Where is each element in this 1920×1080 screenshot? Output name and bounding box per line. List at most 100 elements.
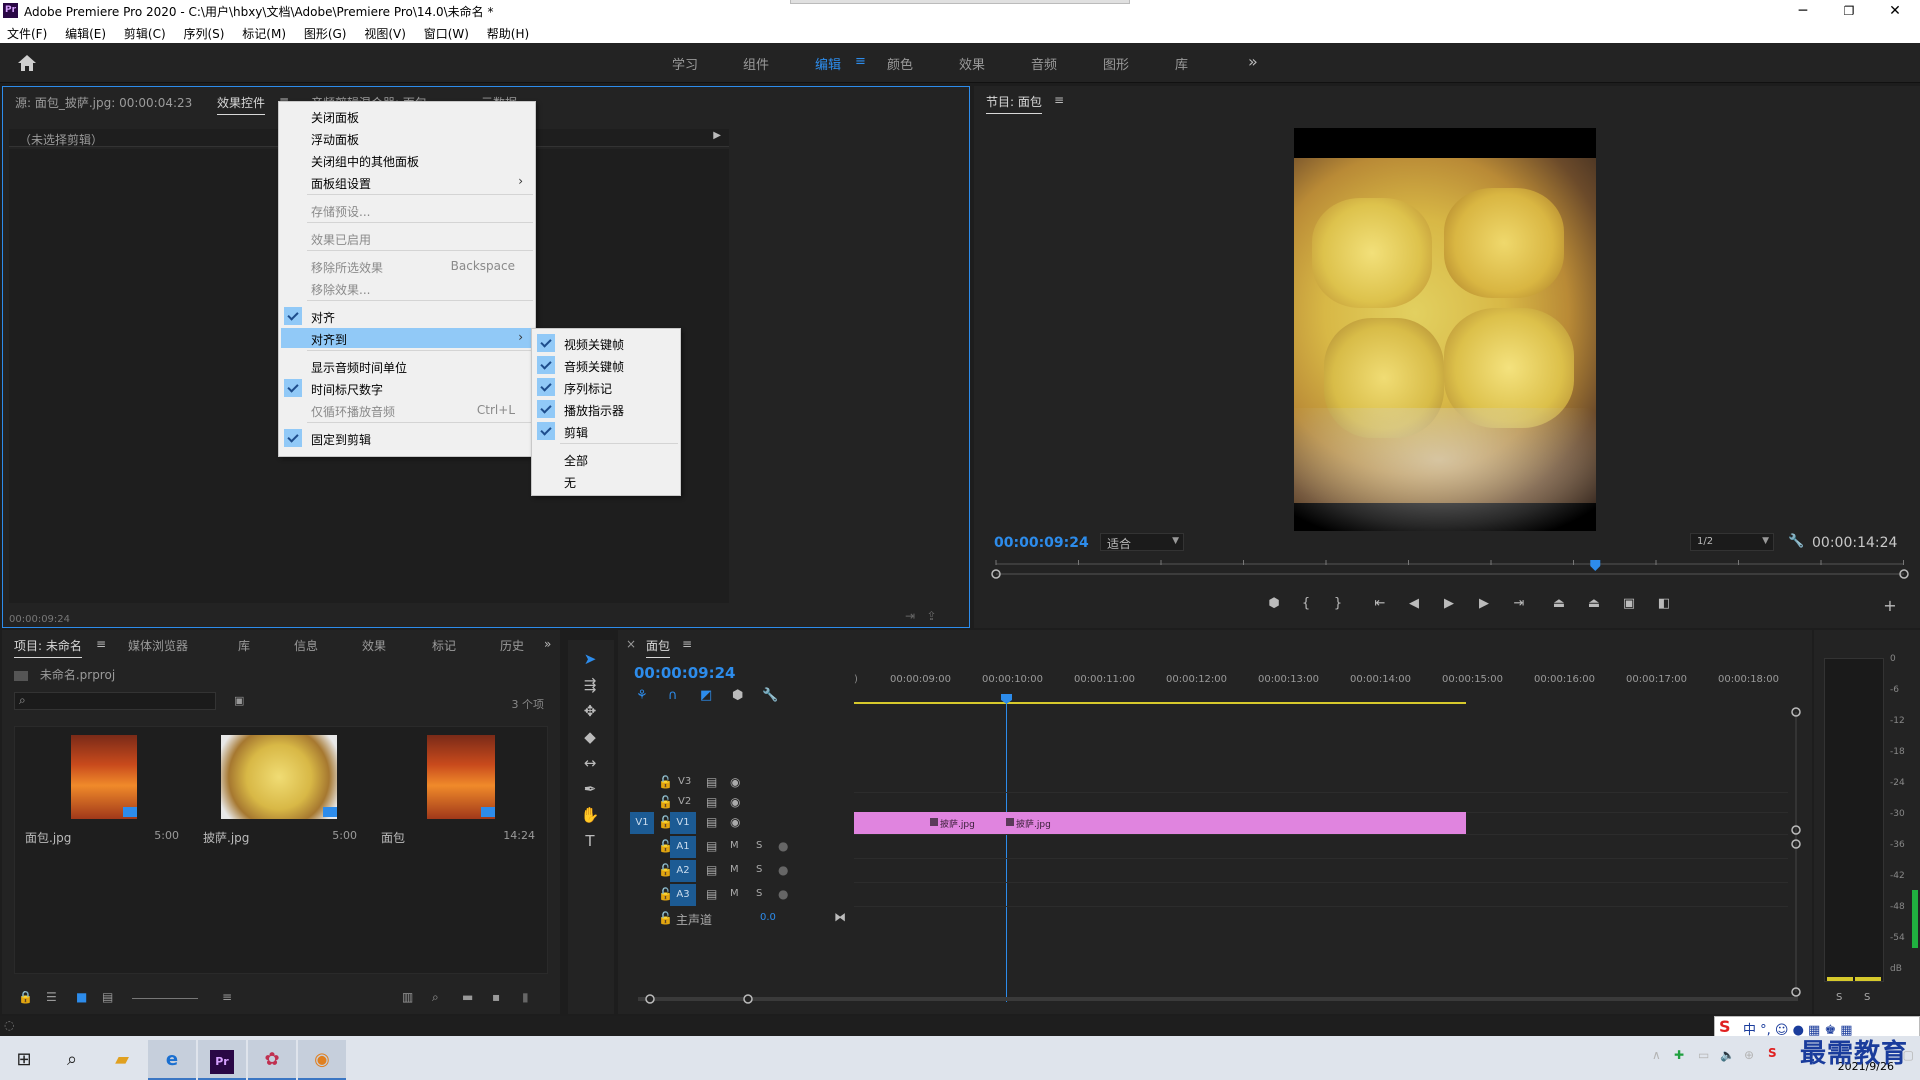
workspace-color[interactable]: 颜色 <box>887 54 913 73</box>
project-item[interactable]: 面包 14:24 <box>371 727 547 857</box>
premiere-taskbar-icon[interactable]: Pr <box>198 1040 246 1080</box>
submenu-item[interactable]: 剪辑 <box>534 421 678 441</box>
context-menu-item[interactable]: 移除所选效果 Backspace <box>281 256 533 276</box>
sync-lock-icon[interactable]: ▤ <box>706 887 717 901</box>
workspace-assembly[interactable]: 组件 <box>743 54 769 73</box>
timeline-playhead-timecode[interactable]: 00:00:09:24 <box>634 664 736 682</box>
close-sequence-icon[interactable]: × <box>626 637 636 651</box>
menu-graphics[interactable]: 图形(G) <box>297 22 354 42</box>
minimize-button[interactable]: ─ <box>1780 0 1826 22</box>
sync-lock-icon[interactable]: ▤ <box>706 775 717 789</box>
mark-out-icon[interactable]: } <box>1328 596 1348 611</box>
context-menu-item[interactable]: 固定到剪辑 <box>281 428 533 448</box>
menu-clip[interactable]: 剪辑(C) <box>117 22 173 42</box>
pen-tool-icon[interactable]: ✒ <box>578 780 602 802</box>
razor-tool-icon[interactable]: ◆ <box>578 728 602 750</box>
project-search-input[interactable]: ⌕ <box>14 692 216 710</box>
new-bin-icon[interactable]: ▬ <box>462 990 473 1004</box>
tab-info[interactable]: 信息 <box>294 637 318 654</box>
work-area-bar[interactable] <box>854 702 1466 704</box>
tab-project[interactable]: 项目: 未命名 <box>14 637 82 658</box>
lift-icon[interactable]: ⏏ <box>1549 596 1569 611</box>
context-menu-item[interactable]: 时间标尺数字 <box>281 378 533 398</box>
tab-media-browser[interactable]: 媒体浏览器 <box>128 637 188 654</box>
workspace-editing[interactable]: 编辑 <box>815 54 841 73</box>
context-menu-item[interactable]: 面板组设置 › <box>281 172 533 192</box>
solo-button[interactable]: S <box>756 888 762 899</box>
menu-sequence[interactable]: 序列(S) <box>176 22 231 42</box>
find-icon[interactable]: ⌕ <box>432 990 439 1005</box>
master-volume-value[interactable]: 0.0 <box>760 912 776 923</box>
submenu-item[interactable]: 视频关键帧 <box>534 333 678 353</box>
nest-icon[interactable]: ⚘ <box>636 688 648 703</box>
file-explorer-icon[interactable]: ▰ <box>98 1040 146 1080</box>
tab-effects[interactable]: 效果 <box>362 637 386 654</box>
hand-tool-icon[interactable]: ✋ <box>578 806 602 828</box>
ime-mode-icon[interactable]: ⊕ <box>1744 1048 1754 1062</box>
workspace-effects[interactable]: 效果 <box>959 54 985 73</box>
sequence-tab[interactable]: 面包 <box>646 637 671 658</box>
submenu-item[interactable]: 播放指示器 <box>534 399 678 419</box>
selection-tool-icon[interactable]: ➤ <box>578 650 602 672</box>
workspace-learn[interactable]: 学习 <box>672 54 698 73</box>
export-frame-camera-icon[interactable]: ▣ <box>1619 596 1639 611</box>
menu-help[interactable]: 帮助(H) <box>480 22 536 42</box>
context-menu-item[interactable]: 显示音频时间单位 <box>281 356 533 376</box>
new-search-bin-icon[interactable]: ▣ <box>234 694 244 707</box>
linked-selection-icon[interactable]: ◩ <box>700 688 712 703</box>
program-time-ruler[interactable] <box>990 558 1910 582</box>
step-forward-icon[interactable]: ▶ <box>1474 596 1494 611</box>
microphone-icon[interactable]: ● <box>778 839 788 853</box>
sync-lock-icon[interactable]: ▤ <box>706 815 717 829</box>
menu-window[interactable]: 窗口(W) <box>417 22 476 42</box>
sync-lock-icon[interactable]: ▤ <box>706 863 717 877</box>
context-menu-item[interactable]: 浮动面板 <box>281 128 533 148</box>
trash-icon[interactable]: ▮ <box>522 990 529 1004</box>
automate-icon[interactable]: ▥ <box>402 990 413 1004</box>
microphone-icon[interactable]: ● <box>778 863 788 877</box>
menu-file[interactable]: 文件(F) <box>0 22 54 42</box>
lock-icon[interactable]: 🔒 <box>18 990 33 1004</box>
track-label[interactable]: A3 <box>670 884 696 906</box>
tab-effect-controls[interactable]: 效果控件 <box>217 94 266 115</box>
submenu-item[interactable]: 无 <box>534 471 678 491</box>
track-label[interactable]: V3 <box>678 776 691 787</box>
eye-icon[interactable]: ◉ <box>730 795 740 809</box>
search-icon[interactable]: ⌕ <box>48 1040 96 1080</box>
tray-sogou-icon[interactable]: S <box>1768 1046 1777 1060</box>
context-menu-item[interactable]: 移除效果... <box>281 278 533 298</box>
v1-clip-group[interactable]: 披萨.jpg 披萨.jpg <box>854 812 1466 834</box>
tab-history[interactable]: 历史 <box>500 637 524 654</box>
list-view-icon[interactable]: ☰ <box>46 990 57 1004</box>
mute-button[interactable]: M <box>730 840 739 851</box>
home-icon[interactable] <box>16 53 38 73</box>
sort-icon[interactable]: ≡ <box>222 990 232 1004</box>
track-select-tool-icon[interactable]: ⇶ <box>578 676 602 698</box>
track-lock-icon[interactable]: 🔓 <box>658 911 673 925</box>
microphone-icon[interactable]: ● <box>778 887 788 901</box>
submenu-item[interactable]: 序列标记 <box>534 377 678 397</box>
go-to-end-icon[interactable]: ⧓ <box>834 910 846 924</box>
vertical-zoom-scrollbar[interactable] <box>1788 702 1804 1002</box>
track-label[interactable]: A2 <box>670 860 696 882</box>
track-label[interactable]: A1 <box>670 836 696 858</box>
tab-source[interactable]: 源: 面包_披萨.jpg: 00:00:04:23 <box>15 94 192 111</box>
track-lock-icon[interactable]: 🔓 <box>658 775 673 789</box>
sync-lock-icon[interactable]: ▤ <box>706 795 717 809</box>
workspace-libraries[interactable]: 库 <box>1175 54 1188 73</box>
source-patch-v1[interactable]: V1 <box>630 812 654 834</box>
workspace-graphics[interactable]: 图形 <box>1103 54 1129 73</box>
go-to-out-icon[interactable]: ⇥ <box>1509 596 1529 611</box>
track-lock-icon[interactable]: 🔓 <box>658 795 673 809</box>
sogou-ime-icon[interactable]: S <box>1719 1017 1731 1036</box>
sync-lock-icon[interactable]: ▤ <box>706 839 717 853</box>
more-tabs-icon[interactable]: » <box>544 637 551 651</box>
timeline-settings-icon[interactable]: 🔧 <box>762 688 778 703</box>
tray-chevron-icon[interactable]: ∧ <box>1652 1048 1661 1062</box>
submenu-item[interactable]: 音频关键帧 <box>534 355 678 375</box>
add-marker-icon[interactable]: ⬢ <box>1264 596 1284 611</box>
maximize-button[interactable]: ❐ <box>1826 0 1872 22</box>
mute-button[interactable]: M <box>730 864 739 875</box>
volume-icon[interactable]: 🔈 <box>1720 1048 1735 1062</box>
sequence-menu-icon[interactable]: ≡ <box>682 637 692 651</box>
